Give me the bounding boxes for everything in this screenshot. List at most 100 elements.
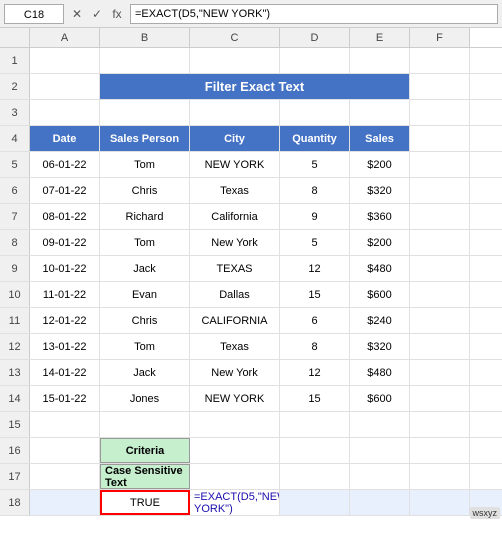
cell-date-9[interactable]: 10-01-22 (30, 256, 100, 281)
cell-sales-5[interactable]: $200 (350, 152, 410, 177)
cell-qty-7[interactable]: 9 (280, 204, 350, 229)
cell-e17[interactable] (280, 464, 350, 489)
cell-g18[interactable] (410, 490, 470, 515)
cell-g17[interactable] (410, 464, 470, 489)
cell-sales-6[interactable]: $320 (350, 178, 410, 203)
cell-e3[interactable] (280, 100, 350, 125)
cell-g12[interactable] (410, 334, 470, 359)
cell-g13[interactable] (410, 360, 470, 385)
criteria-value-true[interactable]: TRUE (100, 490, 190, 515)
cell-sales-11[interactable]: $240 (350, 308, 410, 333)
cell-person-9[interactable]: Jack (100, 256, 190, 281)
cell-f17[interactable] (350, 464, 410, 489)
cell-g8[interactable] (410, 230, 470, 255)
cell-qty-10[interactable]: 15 (280, 282, 350, 307)
cell-b15[interactable] (30, 412, 100, 437)
cancel-button[interactable]: ✕ (68, 5, 86, 23)
cell-date-5[interactable]: 06-01-22 (30, 152, 100, 177)
cell-person-5[interactable]: Tom (100, 152, 190, 177)
cell-city-6[interactable]: Texas (190, 178, 280, 203)
function-button[interactable]: fx (108, 5, 126, 23)
cell-sales-9[interactable]: $480 (350, 256, 410, 281)
cell-d17[interactable] (190, 464, 280, 489)
cell-sales-8[interactable]: $200 (350, 230, 410, 255)
cell-reference-box[interactable]: C18 (4, 4, 64, 24)
cell-date-8[interactable]: 09-01-22 (30, 230, 100, 255)
col-header-d[interactable]: D (280, 28, 350, 47)
cell-date-12[interactable]: 13-01-22 (30, 334, 100, 359)
cell-qty-8[interactable]: 5 (280, 230, 350, 255)
cell-sales-14[interactable]: $600 (350, 386, 410, 411)
cell-e18[interactable] (280, 490, 350, 515)
formula-input[interactable]: =EXACT(D5,"NEW YORK") (130, 4, 498, 24)
cell-g1[interactable] (410, 48, 470, 73)
cell-city-5[interactable]: NEW YORK (190, 152, 280, 177)
cell-city-10[interactable]: Dallas (190, 282, 280, 307)
cell-qty-14[interactable]: 15 (280, 386, 350, 411)
col-header-a[interactable]: A (30, 28, 100, 47)
cell-b1[interactable] (30, 48, 100, 73)
cell-d1[interactable] (190, 48, 280, 73)
cell-city-14[interactable]: NEW YORK (190, 386, 280, 411)
cell-e1[interactable] (280, 48, 350, 73)
cell-city-11[interactable]: CALIFORNIA (190, 308, 280, 333)
cell-d15[interactable] (190, 412, 280, 437)
cell-sales-12[interactable]: $320 (350, 334, 410, 359)
cell-person-10[interactable]: Evan (100, 282, 190, 307)
cell-sales-10[interactable]: $600 (350, 282, 410, 307)
cell-person-7[interactable]: Richard (100, 204, 190, 229)
cell-person-13[interactable]: Jack (100, 360, 190, 385)
col-header-f[interactable]: F (410, 28, 470, 47)
cell-person-8[interactable]: Tom (100, 230, 190, 255)
cell-date-13[interactable]: 14-01-22 (30, 360, 100, 385)
cell-city-7[interactable]: California (190, 204, 280, 229)
cell-g16[interactable] (410, 438, 470, 463)
cell-date-14[interactable]: 15-01-22 (30, 386, 100, 411)
cell-g9[interactable] (410, 256, 470, 281)
cell-e15[interactable] (280, 412, 350, 437)
cell-person-12[interactable]: Tom (100, 334, 190, 359)
cell-g3[interactable] (410, 100, 470, 125)
cell-person-14[interactable]: Jones (100, 386, 190, 411)
cell-qty-11[interactable]: 6 (280, 308, 350, 333)
cell-f16[interactable] (350, 438, 410, 463)
cell-f18[interactable] (350, 490, 410, 515)
cell-qty-6[interactable]: 8 (280, 178, 350, 203)
col-header-c[interactable]: C (190, 28, 280, 47)
cell-c15[interactable] (100, 412, 190, 437)
cell-g7[interactable] (410, 204, 470, 229)
confirm-button[interactable]: ✓ (88, 5, 106, 23)
cell-qty-5[interactable]: 5 (280, 152, 350, 177)
cell-c1[interactable] (100, 48, 190, 73)
cell-b3[interactable] (30, 100, 100, 125)
cell-g2[interactable] (410, 74, 470, 99)
cell-formula-18[interactable]: =EXACT(D5,"NEW YORK") ➜ (190, 490, 280, 515)
cell-g15[interactable] (410, 412, 470, 437)
cell-b18[interactable] (30, 490, 100, 515)
cell-b16[interactable] (30, 438, 100, 463)
cell-city-12[interactable]: Texas (190, 334, 280, 359)
cell-c3[interactable] (100, 100, 190, 125)
cell-date-10[interactable]: 11-01-22 (30, 282, 100, 307)
cell-f1[interactable] (350, 48, 410, 73)
cell-person-11[interactable]: Chris (100, 308, 190, 333)
cell-qty-9[interactable]: 12 (280, 256, 350, 281)
cell-g14[interactable] (410, 386, 470, 411)
cell-g6[interactable] (410, 178, 470, 203)
cell-sales-7[interactable]: $360 (350, 204, 410, 229)
cell-city-13[interactable]: New York (190, 360, 280, 385)
cell-g5[interactable] (410, 152, 470, 177)
col-header-b[interactable]: B (100, 28, 190, 47)
cell-f15[interactable] (350, 412, 410, 437)
cell-sales-13[interactable]: $480 (350, 360, 410, 385)
cell-b17[interactable] (30, 464, 100, 489)
cell-city-9[interactable]: TEXAS (190, 256, 280, 281)
cell-b2[interactable] (30, 74, 100, 99)
cell-g4[interactable] (410, 126, 470, 151)
cell-qty-13[interactable]: 12 (280, 360, 350, 385)
cell-g10[interactable] (410, 282, 470, 307)
cell-person-6[interactable]: Chris (100, 178, 190, 203)
cell-g11[interactable] (410, 308, 470, 333)
col-header-e[interactable]: E (350, 28, 410, 47)
cell-d16[interactable] (190, 438, 280, 463)
